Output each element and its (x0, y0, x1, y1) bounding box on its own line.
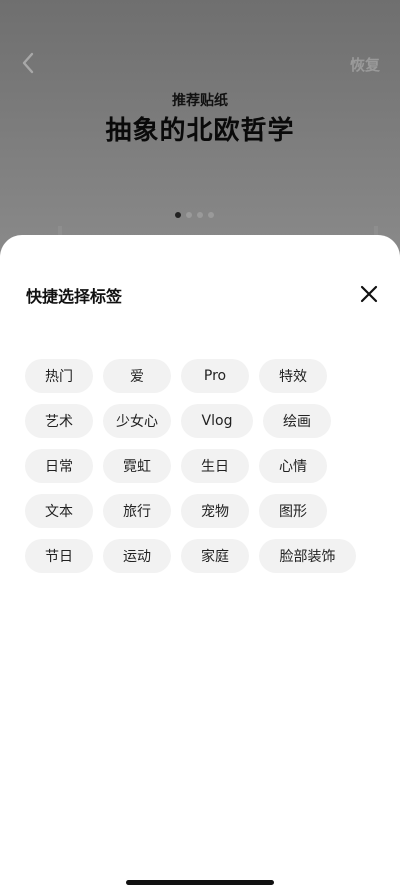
sticker-pack-title: 抽象的北欧哲学 (105, 116, 295, 146)
restore-button[interactable]: 恢复 (350, 54, 380, 75)
page-dot (175, 212, 181, 218)
back-button[interactable] (14, 48, 42, 78)
tag-travel[interactable]: 旅行 (103, 494, 171, 528)
tag-birthday[interactable]: 生日 (181, 449, 249, 483)
tag-text[interactable]: 文本 (25, 494, 93, 528)
tag-family[interactable]: 家庭 (181, 539, 249, 573)
page-dot (197, 212, 203, 218)
tag-love[interactable]: 爱 (103, 359, 171, 393)
tag-list: 热门 爱 Pro 特效 艺术 少女心 Vlog 绘画 日常 霓虹 生日 心情 文… (25, 359, 375, 573)
tag-pro[interactable]: Pro (181, 359, 249, 393)
recommended-stickers-label: 推荐贴纸 (172, 93, 228, 109)
tag-pets[interactable]: 宠物 (181, 494, 249, 528)
page-indicator (175, 212, 214, 218)
tag-effects[interactable]: 特效 (259, 359, 327, 393)
tag-neon[interactable]: 霓虹 (103, 449, 171, 483)
tag-vlog[interactable]: Vlog (181, 404, 253, 438)
sheet-title: 快捷选择标签 (26, 287, 123, 306)
page-dot (186, 212, 192, 218)
tag-sports[interactable]: 运动 (103, 539, 171, 573)
tag-face-decoration[interactable]: 脸部装饰 (259, 539, 356, 573)
home-indicator[interactable] (126, 880, 274, 885)
tag-girly[interactable]: 少女心 (103, 404, 171, 438)
page-dot (208, 212, 214, 218)
tag-hot[interactable]: 热门 (25, 359, 93, 393)
tag-daily[interactable]: 日常 (25, 449, 93, 483)
close-icon (360, 285, 378, 303)
close-button[interactable] (356, 281, 382, 307)
tag-mood[interactable]: 心情 (259, 449, 327, 483)
tag-drawing[interactable]: 绘画 (263, 404, 331, 438)
tag-shapes[interactable]: 图形 (259, 494, 327, 528)
quick-tag-sheet: 快捷选择标签 热门 爱 Pro 特效 艺术 少女心 Vlog 绘画 日常 霓虹 … (0, 235, 400, 889)
tag-holiday[interactable]: 节日 (25, 539, 93, 573)
chevron-left-icon (22, 52, 34, 74)
tag-art[interactable]: 艺术 (25, 404, 93, 438)
